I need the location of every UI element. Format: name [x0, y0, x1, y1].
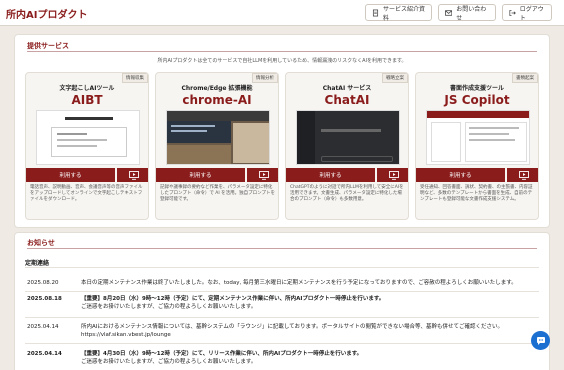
news-line1: 【重要】4月30日（水）9時〜12時（予定）にて、リリース作業に伴い、所内AIプ… — [81, 351, 363, 357]
news-divider — [27, 248, 537, 249]
document-icon — [372, 9, 379, 16]
logout-label: ログアウト — [519, 5, 544, 22]
app-logo[interactable]: 所内AIプロダクト — [6, 6, 87, 21]
aibt-screenshot — [36, 110, 140, 165]
card-subtitle: 文字起こしAIツール — [59, 85, 115, 92]
service-card-chrome-ai: 情報分析 Chrome/Edge 拡張機能 chrome-AI 利用する 記録や… — [155, 72, 279, 220]
news-title: お知らせ — [27, 239, 55, 247]
card-subtitle: ChatAI サービス — [322, 85, 372, 92]
video-button[interactable] — [507, 168, 538, 182]
news-line1: 本日の定期メンテナンス作業は終了いたしました。なお、today, 毎月第三水曜日… — [81, 280, 517, 286]
news-subtitle: 定期連絡 — [25, 260, 50, 267]
service-card-aibt: 情報収集 文字起こしAIツール AIBT 利用する 電話音声、説明動画、音声、会… — [25, 72, 149, 220]
card-badge: 戦略立案 — [382, 73, 408, 83]
services-divider — [27, 51, 537, 52]
news-divider-row — [25, 291, 539, 292]
news-date: 2025.08.20 — [27, 280, 59, 286]
card-name: ChatAI — [324, 93, 370, 107]
news-line2: ご迷惑をお掛けいたしますが、ご協力の程よろしくお願いいたします。 — [81, 359, 257, 365]
services-title: 提供サービス — [27, 42, 69, 50]
card-badge: 情報収集 — [122, 73, 148, 83]
chatai-screenshot — [296, 110, 400, 165]
news-divider-row — [25, 343, 539, 344]
card-badge: 情報分析 — [252, 73, 278, 83]
contact-label: お問い合わせ — [456, 5, 487, 22]
card-description: 受任通知、回答書面、訴状、契約書、の主張書、内容証明など、多数のテンプレートから… — [420, 185, 533, 203]
news-date: 2025.04.14 — [27, 324, 59, 330]
card-name: JS Copilot — [444, 93, 510, 107]
service-docs-label: サービス紹介資料 — [383, 5, 426, 22]
news-divider-row — [25, 317, 539, 318]
news-text: 所内AIにおけるメンテナンス情報については、基幹システムの「ラウンジ」に記載して… — [81, 323, 539, 339]
monitor-icon — [128, 170, 139, 180]
card-subtitle: 書面作成支援ツール — [449, 85, 504, 92]
video-button[interactable] — [117, 168, 148, 182]
mail-icon — [445, 9, 453, 16]
news-text: 本日の定期メンテナンス作業は終了いたしました。なお、today, 毎月第三水曜日… — [81, 279, 539, 287]
chrome-ai-screenshot — [166, 110, 270, 165]
monitor-icon — [388, 170, 399, 180]
card-description: 記録や議事録の要約など作業を、パラメータ設定に特化したプロンプト（命令）で AI… — [160, 185, 275, 203]
use-button[interactable]: 利用する — [26, 168, 115, 182]
use-button[interactable]: 利用する — [156, 168, 245, 182]
news-subtitle-divider — [25, 267, 539, 268]
chat-bubble-icon — [536, 336, 545, 345]
news-line1: 【重要】8月20日（水）9時〜12時（予定）にて、定期メンテナンス作業に伴い、所… — [81, 296, 385, 302]
news-line2: ご迷惑をお掛けいたしますが、ご協力の程よろしくお願いいたします。 — [81, 304, 257, 310]
news-date: 2025.04.14 — [27, 351, 62, 357]
monitor-icon — [258, 170, 269, 180]
news-link[interactable]: https://vlaf.sikan.vbest.jp/lounge — [81, 331, 539, 339]
header: 所内AIプロダクト サービス紹介資料 お問い合わせ ログアウト — [0, 0, 564, 26]
news-text: 【重要】8月20日（水）9時〜12時（予定）にて、定期メンテナンス作業に伴い、所… — [81, 295, 539, 311]
video-button[interactable] — [247, 168, 278, 182]
video-button[interactable] — [377, 168, 408, 182]
news-date: 2025.08.18 — [27, 296, 62, 302]
contact-button[interactable]: お問い合わせ — [438, 4, 496, 22]
chat-support-button[interactable] — [531, 331, 550, 350]
card-description: ChatGPTのように対話で所内LLMを利用して安全にAIを活用できます。文書生… — [290, 185, 404, 203]
news-line1: 所内AIにおけるメンテナンス情報については、基幹システムの「ラウンジ」に記載して… — [81, 324, 503, 330]
card-badge: 書類起案 — [512, 73, 538, 83]
use-button[interactable]: 利用する — [416, 168, 505, 182]
card-subtitle: Chrome/Edge 拡張機能 — [181, 85, 253, 92]
logout-button[interactable]: ログアウト — [502, 4, 552, 22]
card-name: AIBT — [71, 93, 103, 107]
logout-icon — [509, 9, 516, 16]
card-description: 電話音声、説明動画、音声、会議音声等の音声ファイルをアップロードしてオンラインで… — [30, 185, 143, 203]
use-button[interactable]: 利用する — [286, 168, 375, 182]
news-section: お知らせ 定期連絡 2025.08.20 本日の定期メンテナンス作業は終了いたし… — [14, 232, 550, 370]
news-text: 【重要】4月30日（水）9時〜12時（予定）にて、リリース作業に伴い、所内AIプ… — [81, 350, 539, 366]
service-docs-button[interactable]: サービス紹介資料 — [365, 4, 432, 22]
services-lead: 所内AIプロダクトは全てのサービスで自社LLMを利用しているため、情報漏洩のリス… — [157, 58, 407, 64]
monitor-icon — [518, 170, 529, 180]
service-card-js-copilot: 書類起案 書面作成支援ツール JS Copilot 利用する 受任通知、回答書面… — [415, 72, 539, 220]
service-card-chatai: 戦略立案 ChatAI サービス ChatAI 利用する ChatGPTのように… — [285, 72, 409, 220]
js-copilot-screenshot — [426, 110, 530, 165]
card-name: chrome-AI — [182, 93, 252, 107]
